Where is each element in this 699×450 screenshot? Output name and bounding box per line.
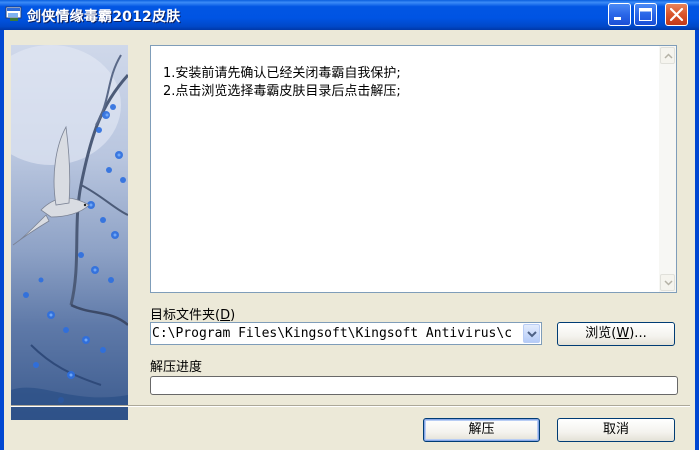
installer-window-icon: [5, 6, 23, 22]
browse-label-pre: 浏览(: [585, 326, 617, 341]
cancel-button[interactable]: 取消: [557, 418, 675, 442]
target-folder-dropdown-button[interactable]: [523, 324, 540, 343]
instructions-text: 1.安装前请先确认已经关闭毒霸自我保护; 2.点击浏览选择毒霸皮肤目录后点击解压…: [163, 65, 401, 101]
target-folder-label: 目标文件夹(D): [150, 304, 235, 323]
instruction-line-2: 2.点击浏览选择毒霸皮肤目录后点击解压;: [163, 84, 401, 99]
browse-accel-key: W: [616, 326, 630, 341]
extract-button[interactable]: 解压: [423, 418, 540, 442]
maximize-button[interactable]: [634, 3, 657, 26]
progress-label: 解压进度: [150, 360, 203, 375]
install-instructions-box[interactable]: 1.安装前请先确认已经关闭毒霸自我保护; 2.点击浏览选择毒霸皮肤目录后点击解压…: [150, 45, 677, 293]
chevron-down-icon: [664, 280, 673, 286]
close-button[interactable]: [665, 3, 688, 26]
window-title: 剑侠情缘毒霸2012皮肤: [27, 9, 181, 25]
banner-image: [11, 45, 128, 420]
instruction-line-1: 1.安装前请先确认已经关闭毒霸自我保护;: [163, 66, 401, 81]
minimize-icon: [614, 17, 621, 20]
browse-button[interactable]: 浏览(W)...: [557, 322, 675, 346]
minimize-button[interactable]: [608, 3, 631, 26]
target-folder-accel-key: D: [220, 308, 231, 323]
window-frame-right: [695, 30, 699, 450]
vertical-scrollbar[interactable]: [659, 46, 676, 292]
browse-label-post: )...: [629, 326, 647, 341]
chevron-up-icon: [664, 53, 673, 59]
window-frame-left: [0, 30, 4, 450]
close-icon: [669, 7, 684, 22]
target-folder-combobox[interactable]: C:\Program Files\Kingsoft\Kingsoft Antiv…: [150, 322, 542, 345]
target-folder-label-text: 目标文件夹: [150, 308, 216, 323]
target-folder-accel-close: ): [230, 308, 236, 323]
scroll-up-button[interactable]: [660, 47, 675, 64]
footer-separator: [11, 405, 690, 407]
chevron-down-icon: [527, 331, 537, 338]
scroll-down-button[interactable]: [660, 274, 675, 291]
maximize-icon: [639, 8, 652, 21]
title-bar: 剑侠情缘毒霸2012皮肤: [0, 0, 699, 30]
extract-progress-bar: [150, 376, 678, 395]
target-folder-path[interactable]: C:\Program Files\Kingsoft\Kingsoft Antiv…: [152, 326, 522, 341]
